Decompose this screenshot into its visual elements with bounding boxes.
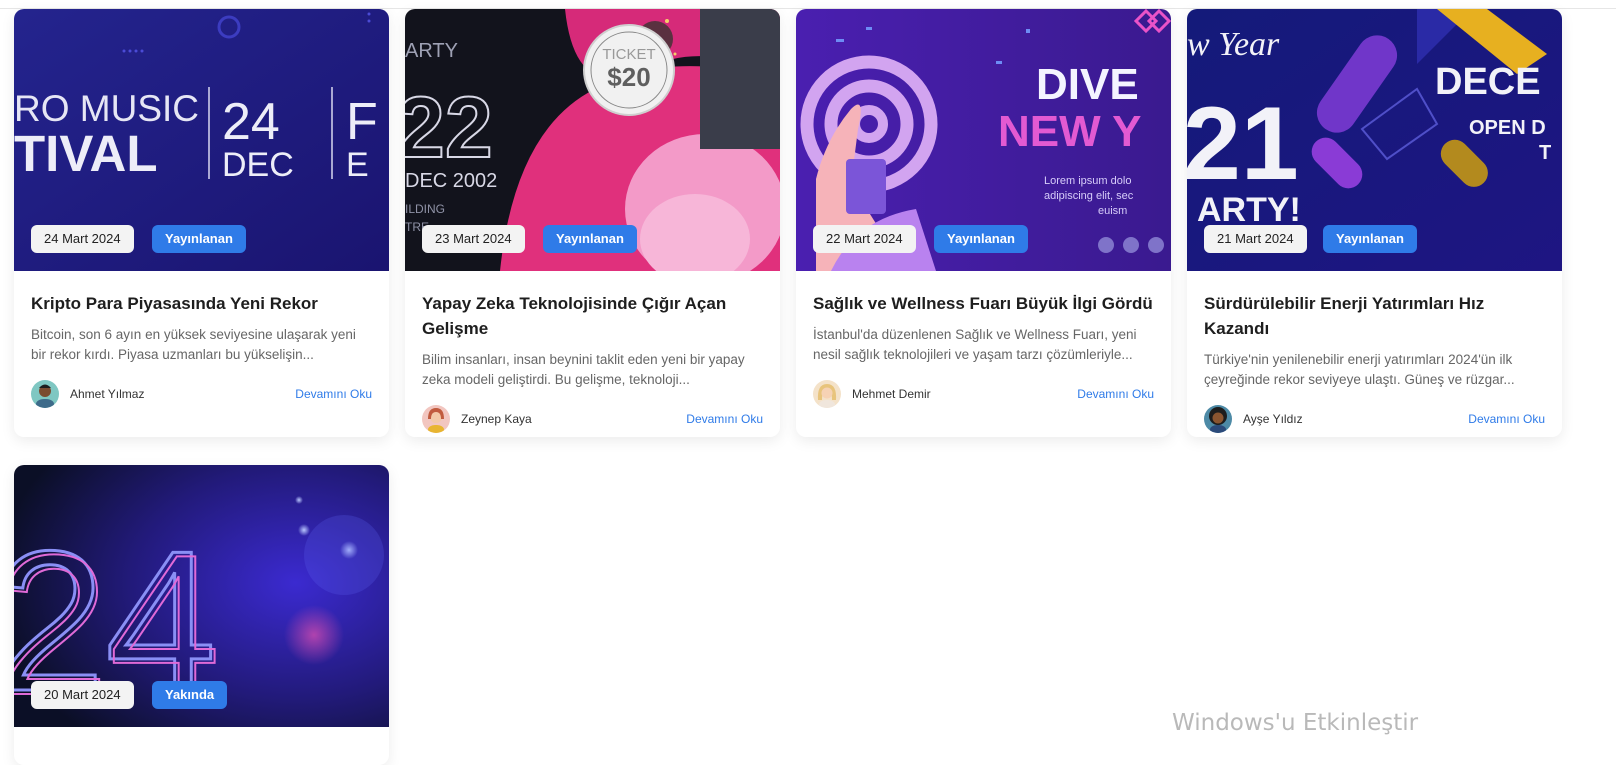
svg-text:F: F [346, 93, 378, 151]
svg-text:Lorem ipsum dolo: Lorem ipsum dolo [1044, 175, 1131, 187]
news-card[interactable]: w Year 21 ARTY! DECE OPEN D T 21 Mart 20… [1187, 9, 1562, 437]
date-badge: 24 Mart 2024 [31, 225, 134, 253]
card-image[interactable]: 24 24 20 Mart 2024 Yakında [14, 465, 389, 727]
news-card[interactable]: RO MUSIC TIVAL 24 DEC F E 24 Mart 2024 Y… [14, 9, 389, 437]
card-excerpt: İstanbul'da düzenlenen Sağlık ve Wellnes… [813, 327, 1137, 362]
avatar [813, 380, 841, 408]
author-name: Ahmet Yılmaz [70, 387, 145, 401]
svg-text:ILDING: ILDING [405, 202, 445, 216]
svg-text:OPEN D: OPEN D [1469, 117, 1546, 139]
svg-text:24: 24 [222, 93, 280, 151]
card-title[interactable]: Sürdürülebilir Enerji Yatırımları Hız Ka… [1204, 291, 1545, 341]
author-name: Ayşe Yıldız [1243, 412, 1303, 426]
windows-activation-watermark: Windows'u Etkinleştir [1172, 710, 1419, 736]
svg-text:DECE: DECE [1435, 61, 1541, 103]
svg-text:w Year: w Year [1187, 26, 1280, 63]
card-title[interactable]: Yapay Zeka Teknolojisinde Çığır Açan Gel… [422, 291, 763, 341]
status-badge: Yakında [152, 681, 228, 709]
svg-text:DEC: DEC [222, 146, 294, 184]
svg-text:$20: $20 [607, 62, 650, 92]
card-excerpt: Bilim insanları, insan beynini taklit ed… [422, 352, 745, 387]
svg-text:22: 22 [405, 80, 493, 176]
avatar [31, 380, 59, 408]
status-badge: Yayınlanan [1323, 225, 1417, 253]
svg-text:E: E [346, 146, 369, 184]
avatar [422, 405, 450, 433]
news-card[interactable]: DIVE NEW Y Lorem ipsum dolo adipiscing e… [796, 9, 1171, 437]
author: Zeynep Kaya [422, 405, 532, 433]
svg-text:ARTY: ARTY [405, 40, 458, 62]
card-title[interactable]: Kripto Para Piyasasında Yeni Rekor [31, 291, 372, 316]
card-excerpt: Türkiye'nin yenilenebilir enerji yatırım… [1204, 352, 1515, 387]
date-badge: 20 Mart 2024 [31, 681, 134, 709]
author: Ayşe Yıldız [1204, 405, 1303, 433]
card-image[interactable]: TICKET $20 ARTY 22 DEC 2002 ILDING TRE 2… [405, 9, 780, 271]
card-body: Kripto Para Piyasasında Yeni Rekor Bitco… [14, 271, 389, 409]
status-badge: Yayınlanan [152, 225, 246, 253]
svg-text:euism: euism [1098, 205, 1127, 217]
news-card[interactable]: TICKET $20 ARTY 22 DEC 2002 ILDING TRE 2… [405, 9, 780, 437]
card-body: Sağlık ve Wellness Fuarı Büyük İlgi Görd… [796, 271, 1171, 409]
svg-text:NEW Y: NEW Y [998, 107, 1141, 156]
status-badge: Yayınlanan [934, 225, 1028, 253]
card-body: Sürdürülebilir Enerji Yatırımları Hız Ka… [1187, 271, 1562, 434]
card-meta: Mehmet Demir Devamını Oku [813, 379, 1154, 409]
author: Mehmet Demir [813, 380, 931, 408]
card-image[interactable]: w Year 21 ARTY! DECE OPEN D T 21 Mart 20… [1187, 9, 1562, 271]
svg-text:DEC 2002: DEC 2002 [405, 170, 497, 192]
card-meta: Ahmet Yılmaz Devamını Oku [31, 379, 372, 409]
card-meta: Ayşe Yıldız Devamını Oku [1204, 404, 1545, 434]
svg-text:ARTY!: ARTY! [1197, 191, 1301, 229]
date-badge: 22 Mart 2024 [813, 225, 916, 253]
date-badge: 23 Mart 2024 [422, 225, 525, 253]
svg-text:TICKET: TICKET [602, 46, 655, 63]
author-name: Zeynep Kaya [461, 412, 532, 426]
card-image[interactable]: RO MUSIC TIVAL 24 DEC F E 24 Mart 2024 Y… [14, 9, 389, 271]
svg-text:T: T [1539, 142, 1551, 164]
svg-text:21: 21 [1187, 86, 1299, 202]
read-more-link[interactable]: Devamını Oku [1468, 412, 1545, 426]
news-card[interactable]: 24 24 20 Mart 2024 Yakında [14, 465, 389, 765]
date-badge: 21 Mart 2024 [1204, 225, 1307, 253]
card-image[interactable]: DIVE NEW Y Lorem ipsum dolo adipiscing e… [796, 9, 1171, 271]
svg-text:TIVAL: TIVAL [14, 125, 158, 182]
read-more-link[interactable]: Devamını Oku [295, 387, 372, 401]
card-body: Yapay Zeka Teknolojisinde Çığır Açan Gel… [405, 271, 780, 434]
author: Ahmet Yılmaz [31, 380, 144, 408]
card-title[interactable]: Sağlık ve Wellness Fuarı Büyük İlgi Görd… [813, 291, 1154, 316]
author-name: Mehmet Demir [852, 387, 931, 401]
card-meta: Zeynep Kaya Devamını Oku [422, 404, 763, 434]
svg-text:adipiscing elit, sec: adipiscing elit, sec [1044, 190, 1134, 202]
read-more-link[interactable]: Devamını Oku [686, 412, 763, 426]
avatar [1204, 405, 1232, 433]
card-excerpt: Bitcoin, son 6 ayın en yüksek seviyesine… [31, 327, 356, 362]
svg-text:RO MUSIC: RO MUSIC [14, 88, 199, 129]
svg-text:DIVE: DIVE [1036, 60, 1139, 109]
read-more-link[interactable]: Devamını Oku [1077, 387, 1154, 401]
status-badge: Yayınlanan [543, 225, 637, 253]
